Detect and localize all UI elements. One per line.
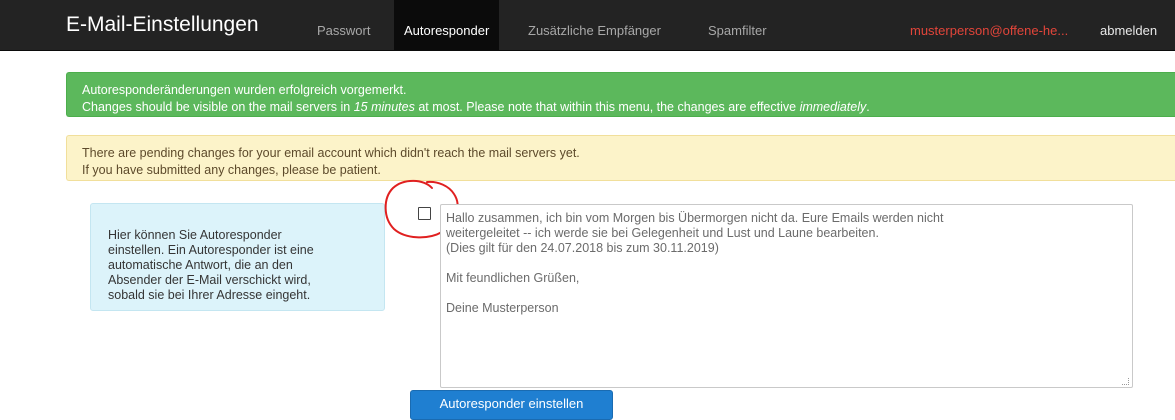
autoresponder-message-textarea[interactable]: Hallo zusammen, ich bin vom Morgen bis Ü… [440,204,1133,388]
app-title[interactable]: E-Mail-Einstellungen [66,13,259,37]
success-text: Changes should be visible on the mail se… [82,100,354,114]
message-line: Mit feundlichen Grüßen, [446,271,580,285]
warning-alert-line1: There are pending changes for your email… [82,146,580,160]
message-line [446,286,1132,301]
success-alert-line2: Changes should be visible on the mail se… [82,99,1175,116]
message-line: Deine Musterperson [446,301,559,315]
warning-alert-line2: If you have submitted any changes, pleas… [82,163,381,177]
message-line [446,256,1132,271]
nav-item-spamfilter[interactable]: Spamfilter [708,0,767,50]
autoresponder-info-box: Hier können Sie Autoresponder einstellen… [90,203,385,311]
nav-item-autoresponder[interactable]: Autoresponder [394,0,500,50]
success-text: at most. Please note that within this me… [414,100,800,114]
success-text: . [866,100,870,114]
success-alert-line1: Autoresponderänderungen wurden erfolgrei… [82,83,407,97]
success-alert: Autoresponderänderungen wurden erfolgrei… [66,72,1175,117]
set-autoresponder-button[interactable]: Autoresponder einstellen [410,390,613,420]
info-line: automatische Antwort, die an den [108,258,293,272]
message-line: Hallo zusammen, ich bin vom Morgen bis Ü… [446,211,944,225]
success-emphasis-immediately: immediately [799,100,867,114]
top-navbar: E-Mail-Einstellungen Passwort Autorespon… [0,0,1175,51]
nav-item-zusaetzliche-empfaenger[interactable]: Zusätzliche Empfänger [528,0,661,50]
resize-grip-icon[interactable] [1122,378,1129,385]
info-line: sobald sie bei Ihrer Adresse eingeht. [108,288,311,302]
info-line: Hier können Sie Autoresponder [108,228,282,242]
logout-link[interactable]: abmelden [1100,0,1157,50]
info-line: Absender der E-Mail verschickt wird, [108,273,311,287]
success-emphasis-duration: 15 minutes [353,100,415,114]
info-line: einstellen. Ein Autoresponder ist eine [108,243,314,257]
message-line: weitergeleitet -- ich werde sie bei Gele… [446,226,879,240]
nav-item-passwort[interactable]: Passwort [317,0,370,50]
user-email-link[interactable]: musterperson@offene-he... [910,0,1068,50]
pending-changes-alert: There are pending changes for your email… [66,135,1175,181]
message-line: (Dies gilt für den 24.07.2018 bis zum 30… [446,241,719,255]
